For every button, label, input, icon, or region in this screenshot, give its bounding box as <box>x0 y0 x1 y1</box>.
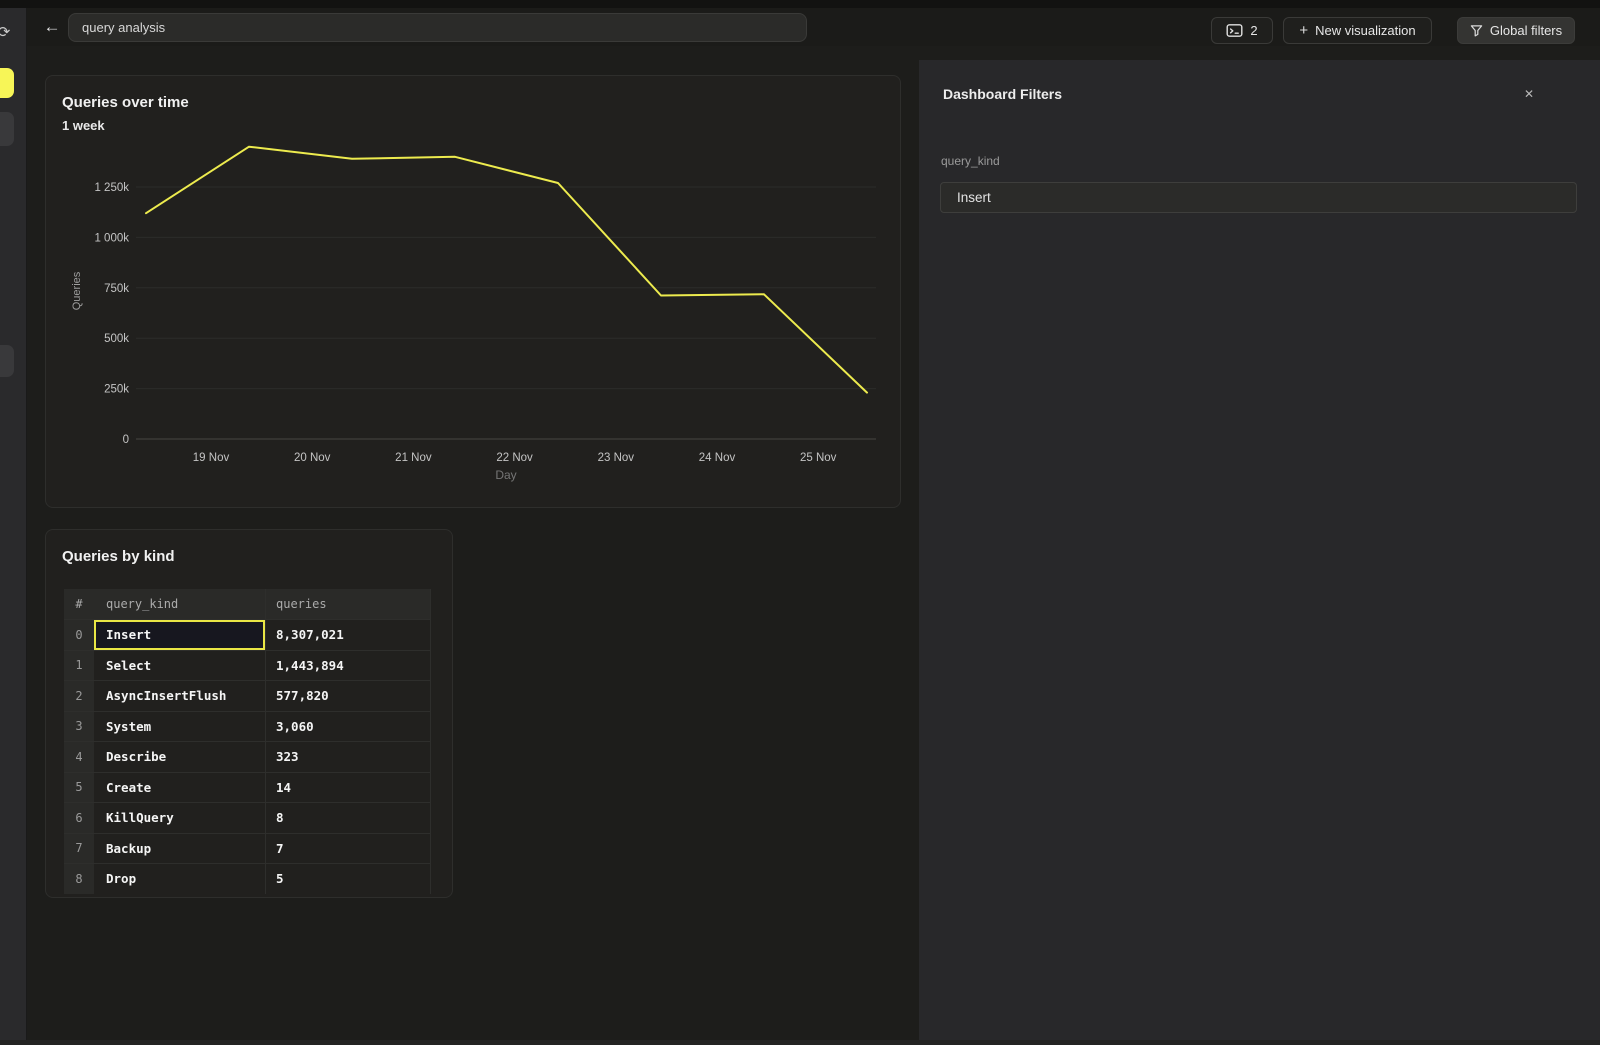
line-series <box>146 147 867 393</box>
table-row: 4Describe323 <box>64 741 431 772</box>
sidebar-item[interactable] <box>0 345 14 377</box>
x-axis-tick-label: 24 Nov <box>699 452 736 464</box>
y-axis-title: Queries <box>71 271 83 310</box>
queries-value-cell[interactable]: 8 <box>266 803 431 833</box>
queries-value-cell[interactable]: 5 <box>266 864 431 894</box>
queries-value-cell[interactable]: 7 <box>266 834 431 864</box>
table-row: 1Select1,443,894 <box>64 650 431 681</box>
console-icon <box>1226 23 1243 38</box>
global-filters-button[interactable]: Global filters <box>1457 17 1575 44</box>
row-index-cell: 5 <box>64 773 94 803</box>
query-kind-cell[interactable]: Select <box>94 651 266 681</box>
x-axis-tick-label: 19 Nov <box>193 452 230 464</box>
x-axis-tick-label: 25 Nov <box>800 452 837 464</box>
y-axis-tick-label: 0 <box>123 434 129 446</box>
window-top-strip <box>0 0 1600 8</box>
header-queries: queries <box>266 589 431 619</box>
table-row: 2AsyncInsertFlush577,820 <box>64 680 431 711</box>
query-kind-cell[interactable]: KillQuery <box>94 803 266 833</box>
new-visualization-label: New visualization <box>1315 23 1415 38</box>
dashboard-title-input[interactable] <box>68 13 807 42</box>
y-axis-tick-label: 1 000k <box>94 232 129 244</box>
query-kind-cell[interactable]: Create <box>94 773 266 803</box>
query-kind-cell[interactable]: Drop <box>94 864 266 894</box>
table-header-row: # query_kind queries <box>64 589 431 619</box>
new-visualization-button[interactable]: + New visualization <box>1283 17 1432 44</box>
history-icon[interactable]: ⟳ <box>0 23 15 43</box>
queries-value-cell[interactable]: 323 <box>266 742 431 772</box>
row-index-cell: 6 <box>64 803 94 833</box>
sidebar-item[interactable] <box>0 112 14 146</box>
x-axis-tick-label: 21 Nov <box>395 452 432 464</box>
y-axis-tick-label: 750k <box>104 283 129 295</box>
filter-field-label: query_kind <box>941 154 1000 168</box>
queries-value-cell[interactable]: 1,443,894 <box>266 651 431 681</box>
table-row: 6KillQuery8 <box>64 802 431 833</box>
table-row: 5Create14 <box>64 772 431 803</box>
plus-icon: + <box>1299 23 1308 38</box>
sidebar-item-active[interactable] <box>0 68 14 98</box>
row-index-cell: 8 <box>64 864 94 894</box>
row-index-cell: 0 <box>64 620 94 650</box>
header-index: # <box>64 589 94 619</box>
x-axis-tick-label: 22 Nov <box>496 452 533 464</box>
query-kind-cell[interactable]: Backup <box>94 834 266 864</box>
row-index-cell: 2 <box>64 681 94 711</box>
x-axis-title: Day <box>495 468 516 482</box>
row-index-cell: 4 <box>64 742 94 772</box>
table-row: 7Backup7 <box>64 833 431 864</box>
queries-over-time-card: Queries over time 1 week 0250k500k750k1 … <box>45 75 901 508</box>
header-query-kind: query_kind <box>94 589 266 619</box>
query-kind-filter-select[interactable]: Insert <box>940 182 1577 213</box>
x-axis-tick-label: 20 Nov <box>294 452 331 464</box>
row-index-cell: 1 <box>64 651 94 681</box>
query-kind-cell-selected[interactable]: Insert <box>94 620 266 650</box>
y-axis-tick-label: 500k <box>104 333 129 345</box>
query-kind-cell[interactable]: AsyncInsertFlush <box>94 681 266 711</box>
global-filters-label: Global filters <box>1490 23 1562 38</box>
y-axis-tick-label: 250k <box>104 384 129 396</box>
table-row: 0Insert8,307,021 <box>64 619 431 650</box>
sql-console-button[interactable]: 2 <box>1211 17 1273 44</box>
dashboard-filters-panel: Dashboard Filters ✕ query_kind Insert <box>919 60 1600 1045</box>
queries-by-kind-card: Queries by kind # query_kind queries 0In… <box>45 529 453 898</box>
table-title: Queries by kind <box>62 548 175 565</box>
row-index-cell: 3 <box>64 712 94 742</box>
queries-line-chart: 0 250k 500k 750k 1 000k 1 250k 19 Nov 20 Nov 21 … <box>46 76 902 509</box>
x-axis-tick-label: 23 Nov <box>598 452 635 464</box>
y-axis-tick-label: 1 250k <box>94 182 129 194</box>
table-row: 3System3,060 <box>64 711 431 742</box>
queries-value-cell[interactable]: 3,060 <box>266 712 431 742</box>
funnel-icon <box>1470 24 1483 37</box>
queries-value-cell[interactable]: 14 <box>266 773 431 803</box>
table-row: 8Drop5 <box>64 863 431 894</box>
queries-value-cell[interactable]: 8,307,021 <box>266 620 431 650</box>
back-button[interactable]: ← <box>40 15 64 39</box>
results-table: # query_kind queries 0Insert8,307,0211Se… <box>64 589 431 894</box>
row-index-cell: 7 <box>64 834 94 864</box>
query-kind-cell[interactable]: System <box>94 712 266 742</box>
sidebar: ⟳ <box>0 8 27 1045</box>
window-bottom-strip <box>0 1040 1600 1045</box>
queries-value-cell[interactable]: 577,820 <box>266 681 431 711</box>
filter-value: Insert <box>957 190 991 205</box>
query-kind-cell[interactable]: Describe <box>94 742 266 772</box>
console-count: 2 <box>1250 23 1257 38</box>
close-icon[interactable]: ✕ <box>1519 84 1539 104</box>
dashboard-page: ⟳ ← 2 + New visualization Global filters <box>0 0 1600 1045</box>
top-bar: ← 2 + New visualization Global filters <box>27 8 1600 46</box>
filters-panel-title: Dashboard Filters <box>943 86 1062 102</box>
